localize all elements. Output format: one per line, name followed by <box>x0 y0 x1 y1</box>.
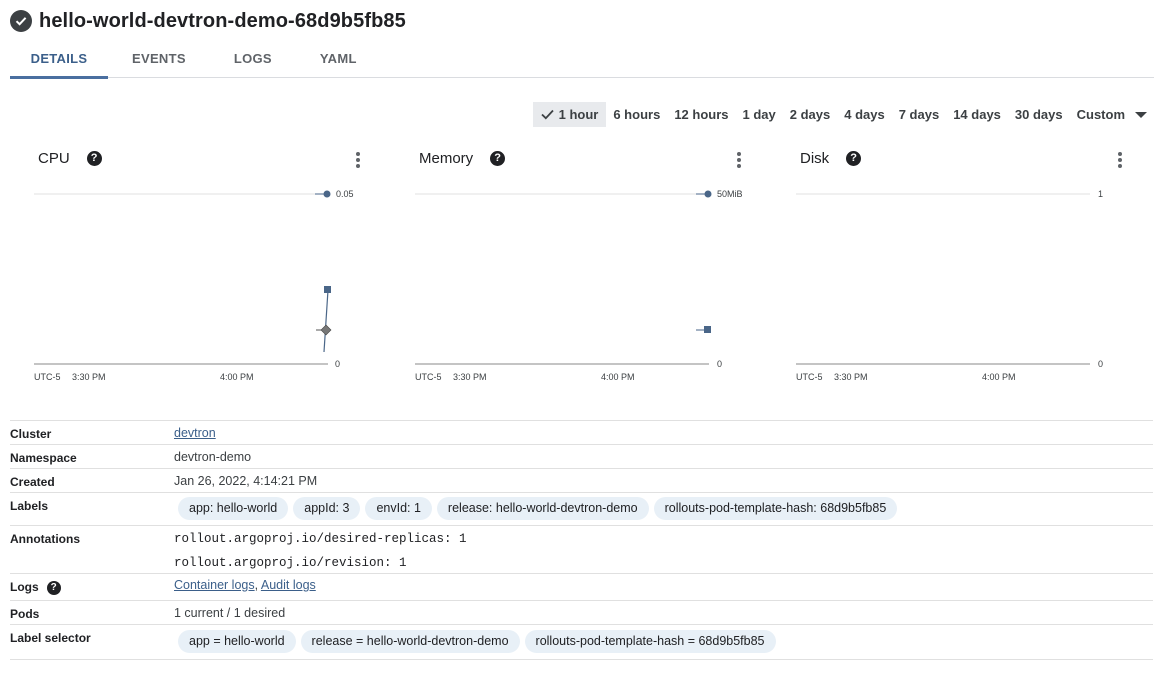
memory-chart-plot: 50MiB 0 UTC-5 3:30 PM 4:00 PM <box>415 189 743 382</box>
row-labels: Labels app: hello-world appId: 3 envId: 1r… <box>10 493 1153 526</box>
cpu-data-point <box>324 286 331 293</box>
memory-chart-card: Memory ? 50MiB 0 UTC-5 3:30 PM 4:00 PM <box>411 140 751 390</box>
memory-x-label: 4:00 PM <box>601 372 635 382</box>
dropdown-caret-icon <box>1135 111 1147 118</box>
label-chip: appId: 3 <box>293 497 361 520</box>
check-circle-icon <box>10 10 32 32</box>
range-label: 1 hour <box>558 107 599 122</box>
cpu-chart-card: CPU ? 0.05 0 UTC-5 3:30 PM 4:00 PM <box>30 140 370 390</box>
range-12-hours[interactable]: 12 hours <box>667 102 735 127</box>
disk-x-label-tz: UTC-5 <box>796 372 823 382</box>
range-4-days[interactable]: 4 days <box>837 102 891 127</box>
help-icon[interactable]: ? <box>46 581 61 595</box>
tab-events[interactable]: EVENTS <box>108 44 210 78</box>
disk-chart-plot: 1 0 UTC-5 3:30 PM 4:00 PM <box>796 189 1103 382</box>
page-title: hello-world-devtron-demo-68d9b5fb85 <box>39 9 406 32</box>
cpu-x-label: 3:30 PM <box>72 372 106 382</box>
row-created: Created Jan 26, 2022, 4:14:21 PM <box>10 469 1153 493</box>
selector-chip: app = hello-world <box>178 630 296 653</box>
disk-y-min-label: 0 <box>1098 359 1103 369</box>
namespace-key: Namespace <box>10 451 77 465</box>
time-range-selector: 1 hour 6 hours 12 hours 1 day 2 days 4 d… <box>532 102 1154 128</box>
pods-key: Pods <box>10 607 40 621</box>
logs-key: Logs <box>10 580 39 594</box>
label-chip: release: hello-world-devtron-demo <box>436 497 649 520</box>
memory-data-point <box>704 326 711 333</box>
details-table: Cluster devtron Namespace devtron-demo C… <box>10 420 1153 660</box>
cpu-x-label: 4:00 PM <box>220 372 254 382</box>
disk-x-label: 4:00 PM <box>982 372 1016 382</box>
selector-chip: release = hello-world-devtron-demo <box>300 630 520 653</box>
row-namespace: Namespace devtron-demo <box>10 445 1153 469</box>
annotations-key: Annotations <box>10 532 80 546</box>
range-14-days[interactable]: 14 days <box>946 102 1008 127</box>
page-header: hello-world-devtron-demo-68d9b5fb85 <box>10 8 406 34</box>
annotation-item: rollout.argoproj.io/revision: 1 <box>174 556 407 570</box>
memory-max-marker <box>704 190 712 198</box>
memory-y-max-label: 50MiB <box>717 189 743 199</box>
cpu-max-marker <box>323 190 331 198</box>
row-pods: Pods 1 current / 1 desired <box>10 601 1153 625</box>
tab-bar: DETAILS EVENTS LOGS YAML <box>10 44 1154 79</box>
tab-details[interactable]: DETAILS <box>10 44 108 79</box>
cpu-data-point <box>320 324 332 336</box>
cpu-y-max-label: 0.05 <box>336 189 354 199</box>
label-chip: envId: 1 <box>365 497 432 520</box>
range-30-days[interactable]: 30 days <box>1008 102 1070 127</box>
cpu-x-label-tz: UTC-5 <box>34 372 61 382</box>
container-logs-link[interactable]: Container logs <box>174 578 255 592</box>
audit-logs-link[interactable]: Audit logs <box>261 578 316 592</box>
cluster-link[interactable]: devtron <box>174 426 216 440</box>
selector-chip: rollouts-pod-template-hash = 68d9b5fb85 <box>524 630 776 653</box>
check-icon <box>540 103 554 128</box>
range-1-day[interactable]: 1 day <box>736 102 783 127</box>
range-7-days[interactable]: 7 days <box>892 102 946 127</box>
created-value: Jan 26, 2022, 4:14:21 PM <box>174 474 318 488</box>
cluster-key: Cluster <box>10 427 52 441</box>
row-logs: Logs? Container logs, Audit logs <box>10 574 1153 601</box>
range-1-hour[interactable]: 1 hour <box>532 102 607 128</box>
tab-yaml[interactable]: YAML <box>296 44 381 78</box>
labels-key: Labels <box>10 499 49 513</box>
namespace-value: devtron-demo <box>174 450 252 464</box>
cpu-chart-plot: 0.05 0 UTC-5 3:30 PM 4:00 PM <box>34 189 354 382</box>
disk-x-label: 3:30 PM <box>834 372 868 382</box>
label-chip: rollouts-pod-template-hash: 68d9b5fb85 <box>653 497 898 520</box>
memory-y-min-label: 0 <box>717 359 722 369</box>
label-chip: app: hello-world <box>178 497 289 520</box>
range-2-days[interactable]: 2 days <box>783 102 837 127</box>
created-key: Created <box>10 475 55 489</box>
range-6-hours[interactable]: 6 hours <box>606 102 667 127</box>
range-custom[interactable]: Custom <box>1070 102 1154 127</box>
annotation-item: rollout.argoproj.io/desired-replicas: 1 <box>174 532 467 546</box>
tab-logs[interactable]: LOGS <box>210 44 296 78</box>
cpu-y-min-label: 0 <box>335 359 340 369</box>
memory-x-label: 3:30 PM <box>453 372 487 382</box>
label-selector-key: Label selector <box>10 631 91 645</box>
pods-value: 1 current / 1 desired <box>174 606 286 620</box>
disk-chart-card: Disk ? 1 0 UTC-5 3:30 PM 4:00 PM <box>792 140 1132 390</box>
row-annotations: Annotations rollout.argoproj.io/desired-… <box>10 526 1153 574</box>
memory-x-label-tz: UTC-5 <box>415 372 442 382</box>
row-cluster: Cluster devtron <box>10 421 1153 445</box>
row-label-selector: Label selector app = hello-world release … <box>10 625 1153 660</box>
range-custom-label: Custom <box>1076 107 1125 122</box>
disk-y-max-label: 1 <box>1098 189 1103 199</box>
